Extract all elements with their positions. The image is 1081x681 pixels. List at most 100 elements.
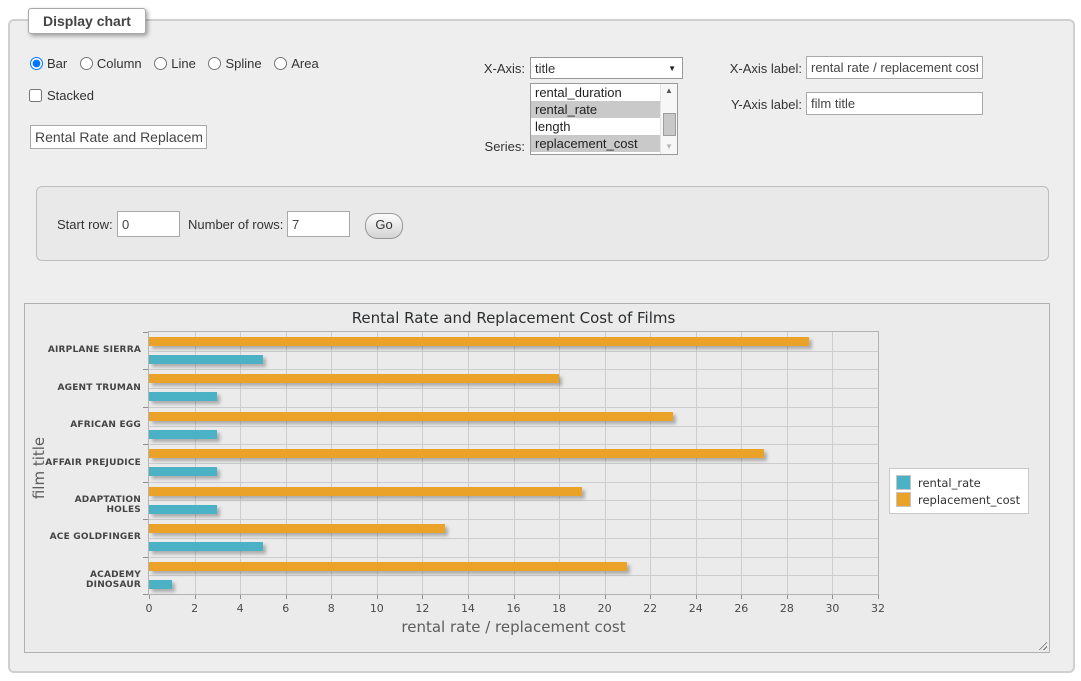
series-option-rental-duration[interactable]: rental_duration [531, 84, 660, 101]
x-axis-tick-label: 20 [590, 602, 620, 615]
x-axis-label-caption: X-Axis label: [690, 61, 802, 76]
number-of-rows-input[interactable] [287, 211, 350, 237]
chart-type-line[interactable]: Line [154, 56, 196, 71]
y-axis-category-label: AFRICAN EGG [41, 420, 141, 430]
x-axis-tick-mark [149, 595, 150, 599]
page: Display chart Bar Column Line Spline Are… [0, 0, 1081, 681]
y-axis-tick-mark [143, 557, 148, 558]
chart-type-spline-radio[interactable] [208, 57, 221, 70]
x-axis-tick-label: 14 [453, 602, 483, 615]
chart-type-area-label: Area [291, 56, 318, 71]
start-row-input[interactable] [117, 211, 180, 237]
x-axis-tick-label: 8 [316, 602, 346, 615]
x-axis-label-input[interactable] [806, 56, 983, 79]
x-axis-tick-mark [559, 595, 560, 599]
x-axis-tick-mark [741, 595, 742, 599]
gridline-horizontal [149, 369, 878, 370]
bar-replacement_cost [149, 337, 809, 346]
x-axis-select[interactable]: title ▼ [530, 57, 683, 79]
gridline-horizontal [149, 575, 878, 576]
gridline-horizontal [149, 426, 878, 427]
x-axis-tick-mark [878, 595, 879, 599]
y-axis-label-caption: Y-Axis label: [690, 97, 802, 112]
bar-replacement_cost [149, 374, 559, 383]
gridline-horizontal [149, 351, 878, 352]
chart-title: Rental Rate and Replacement Cost of Film… [149, 309, 878, 327]
scroll-down-icon[interactable]: ▼ [661, 141, 677, 153]
chart-type-line-radio[interactable] [154, 57, 167, 70]
x-axis-tick-mark [377, 595, 378, 599]
y-axis-category-label: ACADEMY DINOSAUR [41, 570, 141, 590]
x-axis-tick-label: 30 [817, 602, 847, 615]
listbox-scrollbar[interactable]: ▲ ▼ [660, 84, 677, 154]
x-axis-tick-label: 2 [180, 602, 210, 615]
series-listbox-label: Series: [425, 139, 525, 154]
bar-rental_rate [149, 580, 172, 589]
y-axis-label-input[interactable] [806, 92, 983, 115]
chart-type-area[interactable]: Area [274, 56, 318, 71]
chevron-down-icon: ▼ [668, 64, 676, 73]
panel-legend: Display chart [28, 8, 146, 34]
bar-rental_rate [149, 392, 217, 401]
gridline-horizontal [149, 407, 878, 408]
x-axis-tick-mark [195, 595, 196, 599]
stacked-option[interactable]: Stacked [29, 88, 94, 103]
chart-title-input[interactable] [30, 125, 207, 149]
x-axis-title: rental rate / replacement cost [149, 618, 878, 636]
y-axis-category-label: ACE GOLDFINGER [41, 532, 141, 542]
chart-type-column-label: Column [97, 56, 142, 71]
chart-type-area-radio[interactable] [274, 57, 287, 70]
rows-control-box: Start row: Number of rows: Go [36, 186, 1049, 261]
bar-rental_rate [149, 505, 217, 514]
bar-replacement_cost [149, 487, 582, 496]
number-of-rows-label: Number of rows: [188, 217, 283, 232]
bar-rental_rate [149, 430, 217, 439]
legend-swatch-rental_rate [896, 475, 911, 490]
x-axis-tick-label: 32 [863, 602, 893, 615]
y-axis-tick-mark [143, 369, 148, 370]
go-button[interactable]: Go [365, 213, 403, 239]
series-option-replacement-cost[interactable]: replacement_cost [531, 135, 660, 152]
bar-replacement_cost [149, 562, 627, 571]
gridline-horizontal [149, 519, 878, 520]
scroll-up-icon[interactable]: ▲ [661, 85, 677, 97]
x-axis-tick-label: 16 [499, 602, 529, 615]
gridline-horizontal [149, 557, 878, 558]
gridline-horizontal [149, 463, 878, 464]
chart-type-spline-label: Spline [225, 56, 261, 71]
x-axis-tick-mark [286, 595, 287, 599]
x-axis-tick-label: 18 [544, 602, 574, 615]
start-row-label: Start row: [57, 217, 113, 232]
bar-replacement_cost [149, 524, 445, 533]
gridline-horizontal [149, 388, 878, 389]
chart-type-bar[interactable]: Bar [30, 56, 67, 71]
x-axis-tick-label: 22 [635, 602, 665, 615]
chart-type-bar-radio[interactable] [30, 57, 43, 70]
x-axis-tick-mark [514, 595, 515, 599]
series-listbox[interactable]: rental_duration rental_rate length repla… [530, 83, 678, 155]
resize-grip-icon[interactable] [1036, 639, 1047, 650]
x-axis-tick-label: 26 [726, 602, 756, 615]
gridline-horizontal [149, 500, 878, 501]
bar-replacement_cost [149, 412, 673, 421]
bar-rental_rate [149, 467, 217, 476]
x-axis-tick-label: 28 [772, 602, 802, 615]
y-axis-tick-mark [143, 482, 148, 483]
scrollbar-thumb[interactable] [663, 113, 676, 136]
bar-rental_rate [149, 355, 263, 364]
x-axis-selected-value: title [535, 61, 555, 76]
x-axis-tick-label: 10 [362, 602, 392, 615]
series-option-length[interactable]: length [531, 118, 660, 135]
chart-type-line-label: Line [171, 56, 196, 71]
x-axis-select-label: X-Axis: [425, 61, 525, 76]
legend-label: rental_rate [918, 476, 981, 490]
chart-type-spline[interactable]: Spline [208, 56, 261, 71]
y-axis-tick-mark [143, 444, 148, 445]
series-option-rental-rate[interactable]: rental_rate [531, 101, 660, 118]
chart-type-column-radio[interactable] [80, 57, 93, 70]
chart-type-column[interactable]: Column [80, 56, 142, 71]
y-axis-category-label: AIRPLANE SIERRA [41, 345, 141, 355]
chart-type-bar-label: Bar [47, 56, 67, 71]
x-axis-tick-mark [605, 595, 606, 599]
stacked-checkbox[interactable] [29, 89, 42, 102]
